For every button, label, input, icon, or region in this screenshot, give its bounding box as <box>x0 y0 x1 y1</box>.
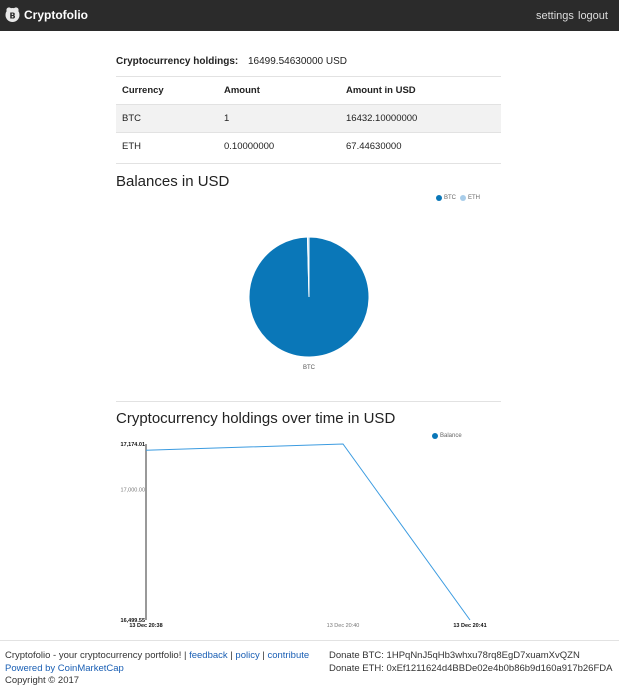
divider <box>116 163 501 164</box>
settings-link[interactable]: settings <box>536 10 574 22</box>
pie-legend: BTC ETH <box>436 195 484 201</box>
svg-text:B: B <box>9 12 15 21</box>
footer-left: Cryptofolio - your cryptocurrency portfo… <box>5 650 309 688</box>
holdings-summary: Cryptocurrency holdings: 16499.54630000 U… <box>116 56 501 67</box>
holdings-over-time-title: Cryptocurrency holdings over time in USD <box>116 410 396 427</box>
legend-item-btc[interactable]: BTC <box>436 195 456 201</box>
holdings-table: Currency Amount Amount in USD BTC 1 1643… <box>116 76 501 160</box>
cell-currency: ETH <box>116 132 218 160</box>
contribute-link[interactable]: contribute <box>267 650 309 661</box>
brand[interactable]: B Cryptofolio <box>4 6 88 23</box>
legend-item-eth[interactable]: ETH <box>460 195 480 201</box>
x-tick-label: 13 Dec 20:41 <box>453 623 486 629</box>
series-line-balance[interactable] <box>145 443 471 621</box>
policy-link[interactable]: policy <box>235 650 259 661</box>
y-tick-label: 17,000.00 <box>121 487 145 493</box>
legend-label-eth: ETH <box>468 195 480 201</box>
table-row: BTC 1 16432.10000000 <box>116 104 501 133</box>
legend-dot-eth <box>460 195 466 201</box>
brand-name: Cryptofolio <box>24 7 88 22</box>
coinmarketcap-link[interactable]: Powered by CoinMarketCap <box>5 663 124 674</box>
table-header-row: Currency Amount Amount in USD <box>116 76 501 105</box>
balances-pie-chart: BTC <box>248 236 370 371</box>
y-tick-label: 17,174.01 <box>121 442 145 448</box>
footer-tagline: Cryptofolio - your cryptocurrency portfo… <box>5 650 187 661</box>
footer-line-1: Cryptofolio - your cryptocurrency portfo… <box>5 650 310 661</box>
table-row: ETH 0.10000000 67.44630000 <box>116 132 501 160</box>
logout-link[interactable]: logout <box>578 10 608 22</box>
balances-title: Balances in USD <box>116 173 230 190</box>
donate-eth: Donate ETH: 0xEf1211624d4BBDe02e4b0b86b9… <box>329 662 613 674</box>
footer-right: Donate BTC: 1HPqNnJ5qHb3whxu78rq8EgD7xua… <box>329 650 612 675</box>
holdings-label: Cryptocurrency holdings: <box>116 56 239 67</box>
footer-copyright: Copyright © 2017 <box>5 675 80 686</box>
feedback-link[interactable]: feedback <box>189 650 228 661</box>
cell-amount-usd: 67.44630000 <box>340 132 501 160</box>
x-tick-label: 13 Dec 20:38 <box>129 623 162 629</box>
holdings-value: 16499.54630000 USD <box>248 56 347 67</box>
header-amount-usd: Amount in USD <box>340 76 501 105</box>
top-navbar: B Cryptofolio settings logout <box>0 0 619 31</box>
holdings-line-chart: 17,174.0117,000.0016,499.5513 Dec 20:38 1… <box>121 442 487 629</box>
footer-line-2: Powered by CoinMarketCap <box>5 663 309 676</box>
pie-slice-label: BTC <box>303 365 316 371</box>
cell-currency: BTC <box>116 104 218 133</box>
cell-amount-usd: 16432.10000000 <box>340 104 501 133</box>
cryptofolio-logo-icon: B <box>5 7 20 22</box>
x-tick-label: 13 Dec 20:40 <box>327 623 360 629</box>
cell-amount: 0.10000000 <box>218 132 340 160</box>
divider <box>116 401 501 402</box>
footer-divider <box>0 640 619 641</box>
header-currency: Currency <box>116 76 218 105</box>
header-amount: Amount <box>218 76 340 105</box>
cell-amount: 1 <box>218 104 340 133</box>
legend-label-btc: BTC <box>444 195 456 201</box>
legend-dot-btc <box>436 195 442 201</box>
donate-btc: Donate BTC: 1HPqNnJ5qHb3whxu78rq8EgD7xua… <box>329 650 580 661</box>
